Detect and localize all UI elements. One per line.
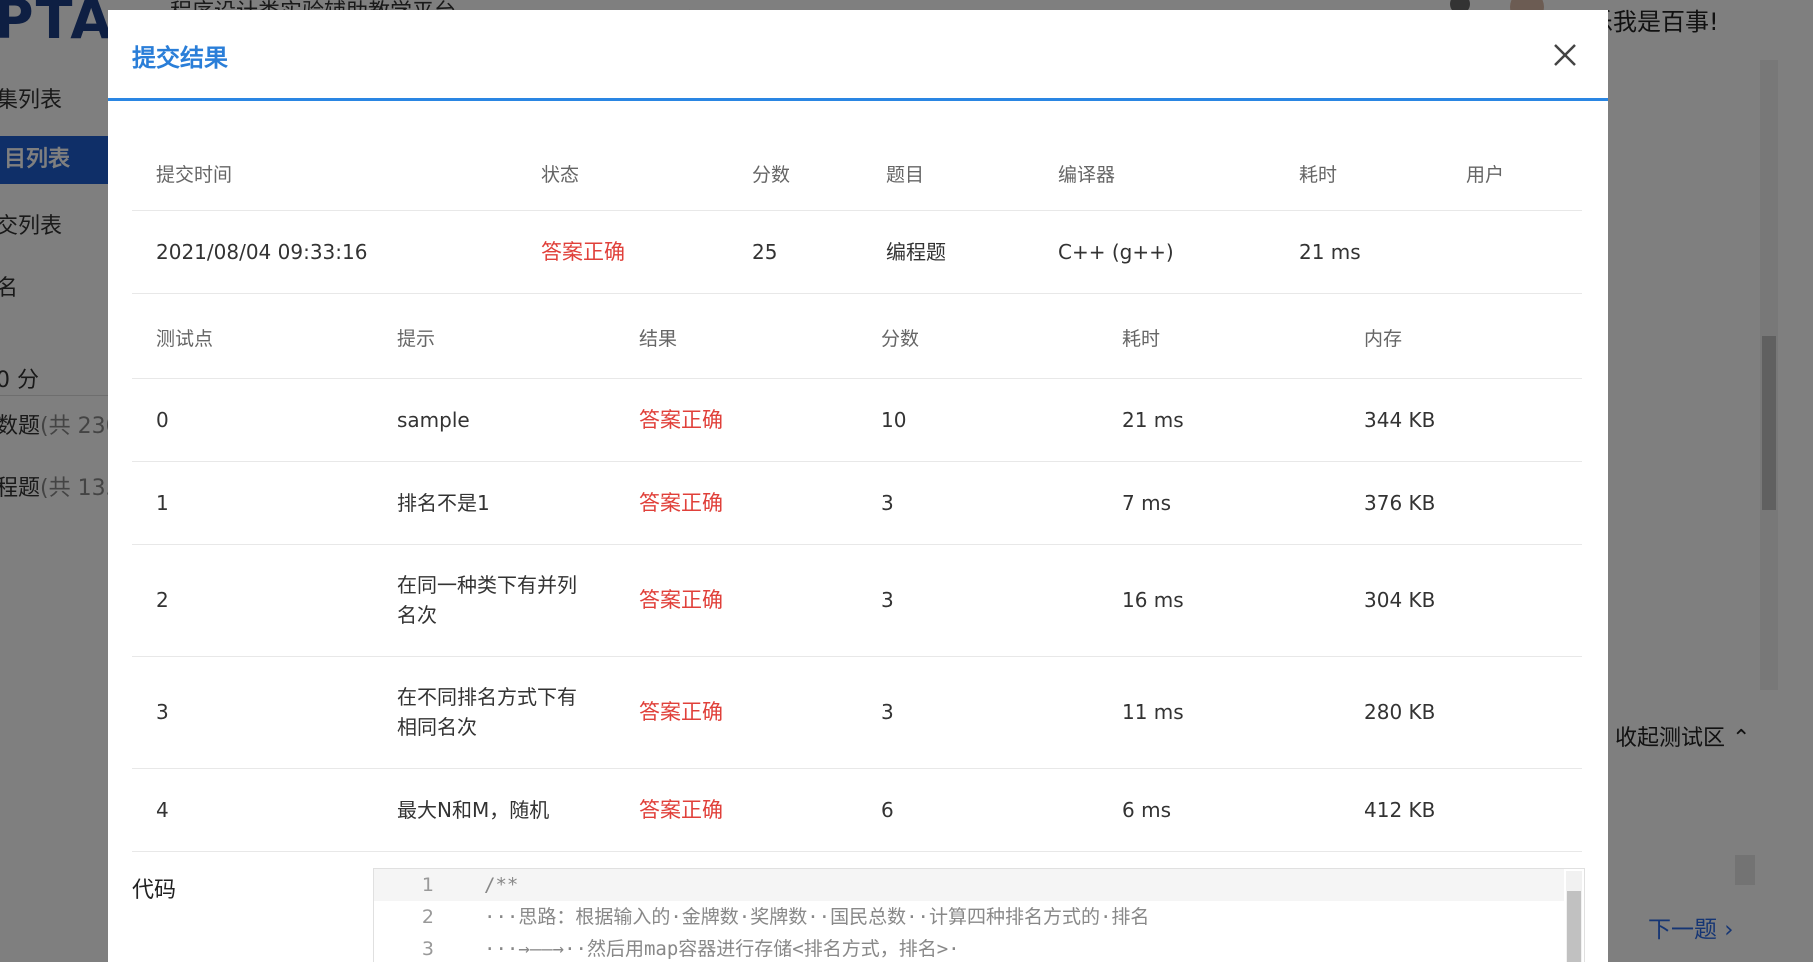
header-case-id: 测试点 xyxy=(156,328,214,350)
case-score: 3 xyxy=(881,700,894,724)
code-scrollbar[interactable] xyxy=(1566,871,1582,962)
case-time: 7 ms xyxy=(1122,491,1171,515)
case-time: 16 ms xyxy=(1122,588,1184,612)
header-submit-time: 提交时间 xyxy=(156,164,233,186)
case-id: 4 xyxy=(156,798,169,822)
header-compiler: 编译器 xyxy=(1058,164,1116,186)
case-time: 6 ms xyxy=(1122,798,1171,822)
line-text: ···→——→··然后用map容器进行存储<排名方式，排名>· xyxy=(484,938,960,960)
compiler-value: C++ (g++) xyxy=(1058,240,1174,264)
table-row: 4 最大N和M，随机 答案正确 6 6 ms 412 KB xyxy=(132,769,1582,852)
case-memory: 412 KB xyxy=(1364,798,1436,822)
close-icon xyxy=(1554,44,1576,66)
line-text: /** xyxy=(484,874,519,896)
table-row: 1 排名不是1 答案正确 3 7 ms 376 KB xyxy=(132,462,1582,545)
code-label: 代码 xyxy=(132,878,177,903)
case-id: 0 xyxy=(156,408,169,432)
case-hint: 最大N和M，随机 xyxy=(397,798,550,822)
case-score: 3 xyxy=(881,588,894,612)
modal-title: 提交结果 xyxy=(132,44,228,72)
header-problem: 题目 xyxy=(886,164,925,186)
submit-time: 2021/08/04 09:33:16 xyxy=(156,240,368,264)
close-button[interactable] xyxy=(1548,38,1582,72)
header-hint: 提示 xyxy=(397,328,436,350)
case-hint: 在不同排名方式下有 相同名次 xyxy=(397,685,577,739)
line-number: 3 xyxy=(421,938,434,960)
cases-header-row: 测试点 提示 结果 分数 耗时 内存 xyxy=(132,292,1582,379)
table-row: 2 在同一种类下有并列 名次 答案正确 3 16 ms 304 KB xyxy=(132,545,1582,657)
code-line: 1 /** xyxy=(374,869,1564,901)
summary-header-row: 提交时间 状态 分数 题目 编译器 耗时 用户 xyxy=(132,118,1582,211)
problem-link[interactable]: 编程题 xyxy=(886,237,946,267)
line-text: ···思路：根据输入的·金牌数·奖牌数··国民总数··计算四种排名方式的·排名 xyxy=(484,906,1150,928)
submission-result-modal: 提交结果 提交时间 状态 分数 题目 编译器 耗时 用户 2021/08/04 … xyxy=(108,10,1608,962)
case-hint: sample xyxy=(397,408,470,432)
total-score: 25 xyxy=(752,240,778,264)
code-line: 3 ···→——→··然后用map容器进行存储<排名方式，排名>· xyxy=(374,933,1564,962)
line-number: 2 xyxy=(421,906,434,928)
case-id: 3 xyxy=(156,700,169,724)
case-result: 答案正确 xyxy=(639,588,723,612)
case-memory: 280 KB xyxy=(1364,700,1436,724)
modal-header: 提交结果 xyxy=(108,10,1608,101)
header-case-score: 分数 xyxy=(881,328,920,350)
case-result: 答案正确 xyxy=(639,798,723,822)
case-memory: 304 KB xyxy=(1364,588,1436,612)
line-number: 1 xyxy=(421,874,434,896)
table-row: 3 在不同排名方式下有 相同名次 答案正确 3 11 ms 280 KB xyxy=(132,657,1582,769)
elapsed-value: 21 ms xyxy=(1299,240,1361,264)
case-time: 21 ms xyxy=(1122,408,1184,432)
summary-table: 提交时间 状态 分数 题目 编译器 耗时 用户 2021/08/04 09:33… xyxy=(132,118,1582,294)
header-score: 分数 xyxy=(752,164,791,186)
case-hint: 在同一种类下有并列 名次 xyxy=(397,573,577,627)
header-memory: 内存 xyxy=(1364,328,1403,350)
code-line: 2 ···思路：根据输入的·金牌数·奖牌数··国民总数··计算四种排名方式的·排… xyxy=(374,901,1564,933)
code-viewer[interactable]: 1 /** 2 ···思路：根据输入的·金牌数·奖牌数··国民总数··计算四种排… xyxy=(373,868,1585,962)
summary-row: 2021/08/04 09:33:16 答案正确 25 编程题 C++ (g++… xyxy=(132,211,1582,294)
header-result: 结果 xyxy=(639,328,678,350)
case-id: 1 xyxy=(156,491,169,515)
code-scrollbar-thumb[interactable] xyxy=(1567,891,1581,962)
test-cases-table: 测试点 提示 结果 分数 耗时 内存 0 sample 答案正确 10 21 m… xyxy=(132,292,1582,852)
case-result: 答案正确 xyxy=(639,700,723,724)
case-result: 答案正确 xyxy=(639,491,723,515)
case-memory: 344 KB xyxy=(1364,408,1436,432)
header-elapsed: 耗时 xyxy=(1299,164,1338,186)
header-user: 用户 xyxy=(1466,164,1505,186)
case-score: 6 xyxy=(881,798,894,822)
case-score: 10 xyxy=(881,408,907,432)
case-memory: 376 KB xyxy=(1364,491,1436,515)
case-result: 答案正确 xyxy=(639,408,723,432)
status-badge: 答案正确 xyxy=(541,240,625,264)
case-id: 2 xyxy=(156,588,169,612)
case-hint: 排名不是1 xyxy=(397,491,490,515)
table-row: 0 sample 答案正确 10 21 ms 344 KB xyxy=(132,379,1582,462)
header-case-time: 耗时 xyxy=(1122,328,1161,350)
header-status: 状态 xyxy=(541,164,580,186)
case-time: 11 ms xyxy=(1122,700,1184,724)
case-score: 3 xyxy=(881,491,894,515)
